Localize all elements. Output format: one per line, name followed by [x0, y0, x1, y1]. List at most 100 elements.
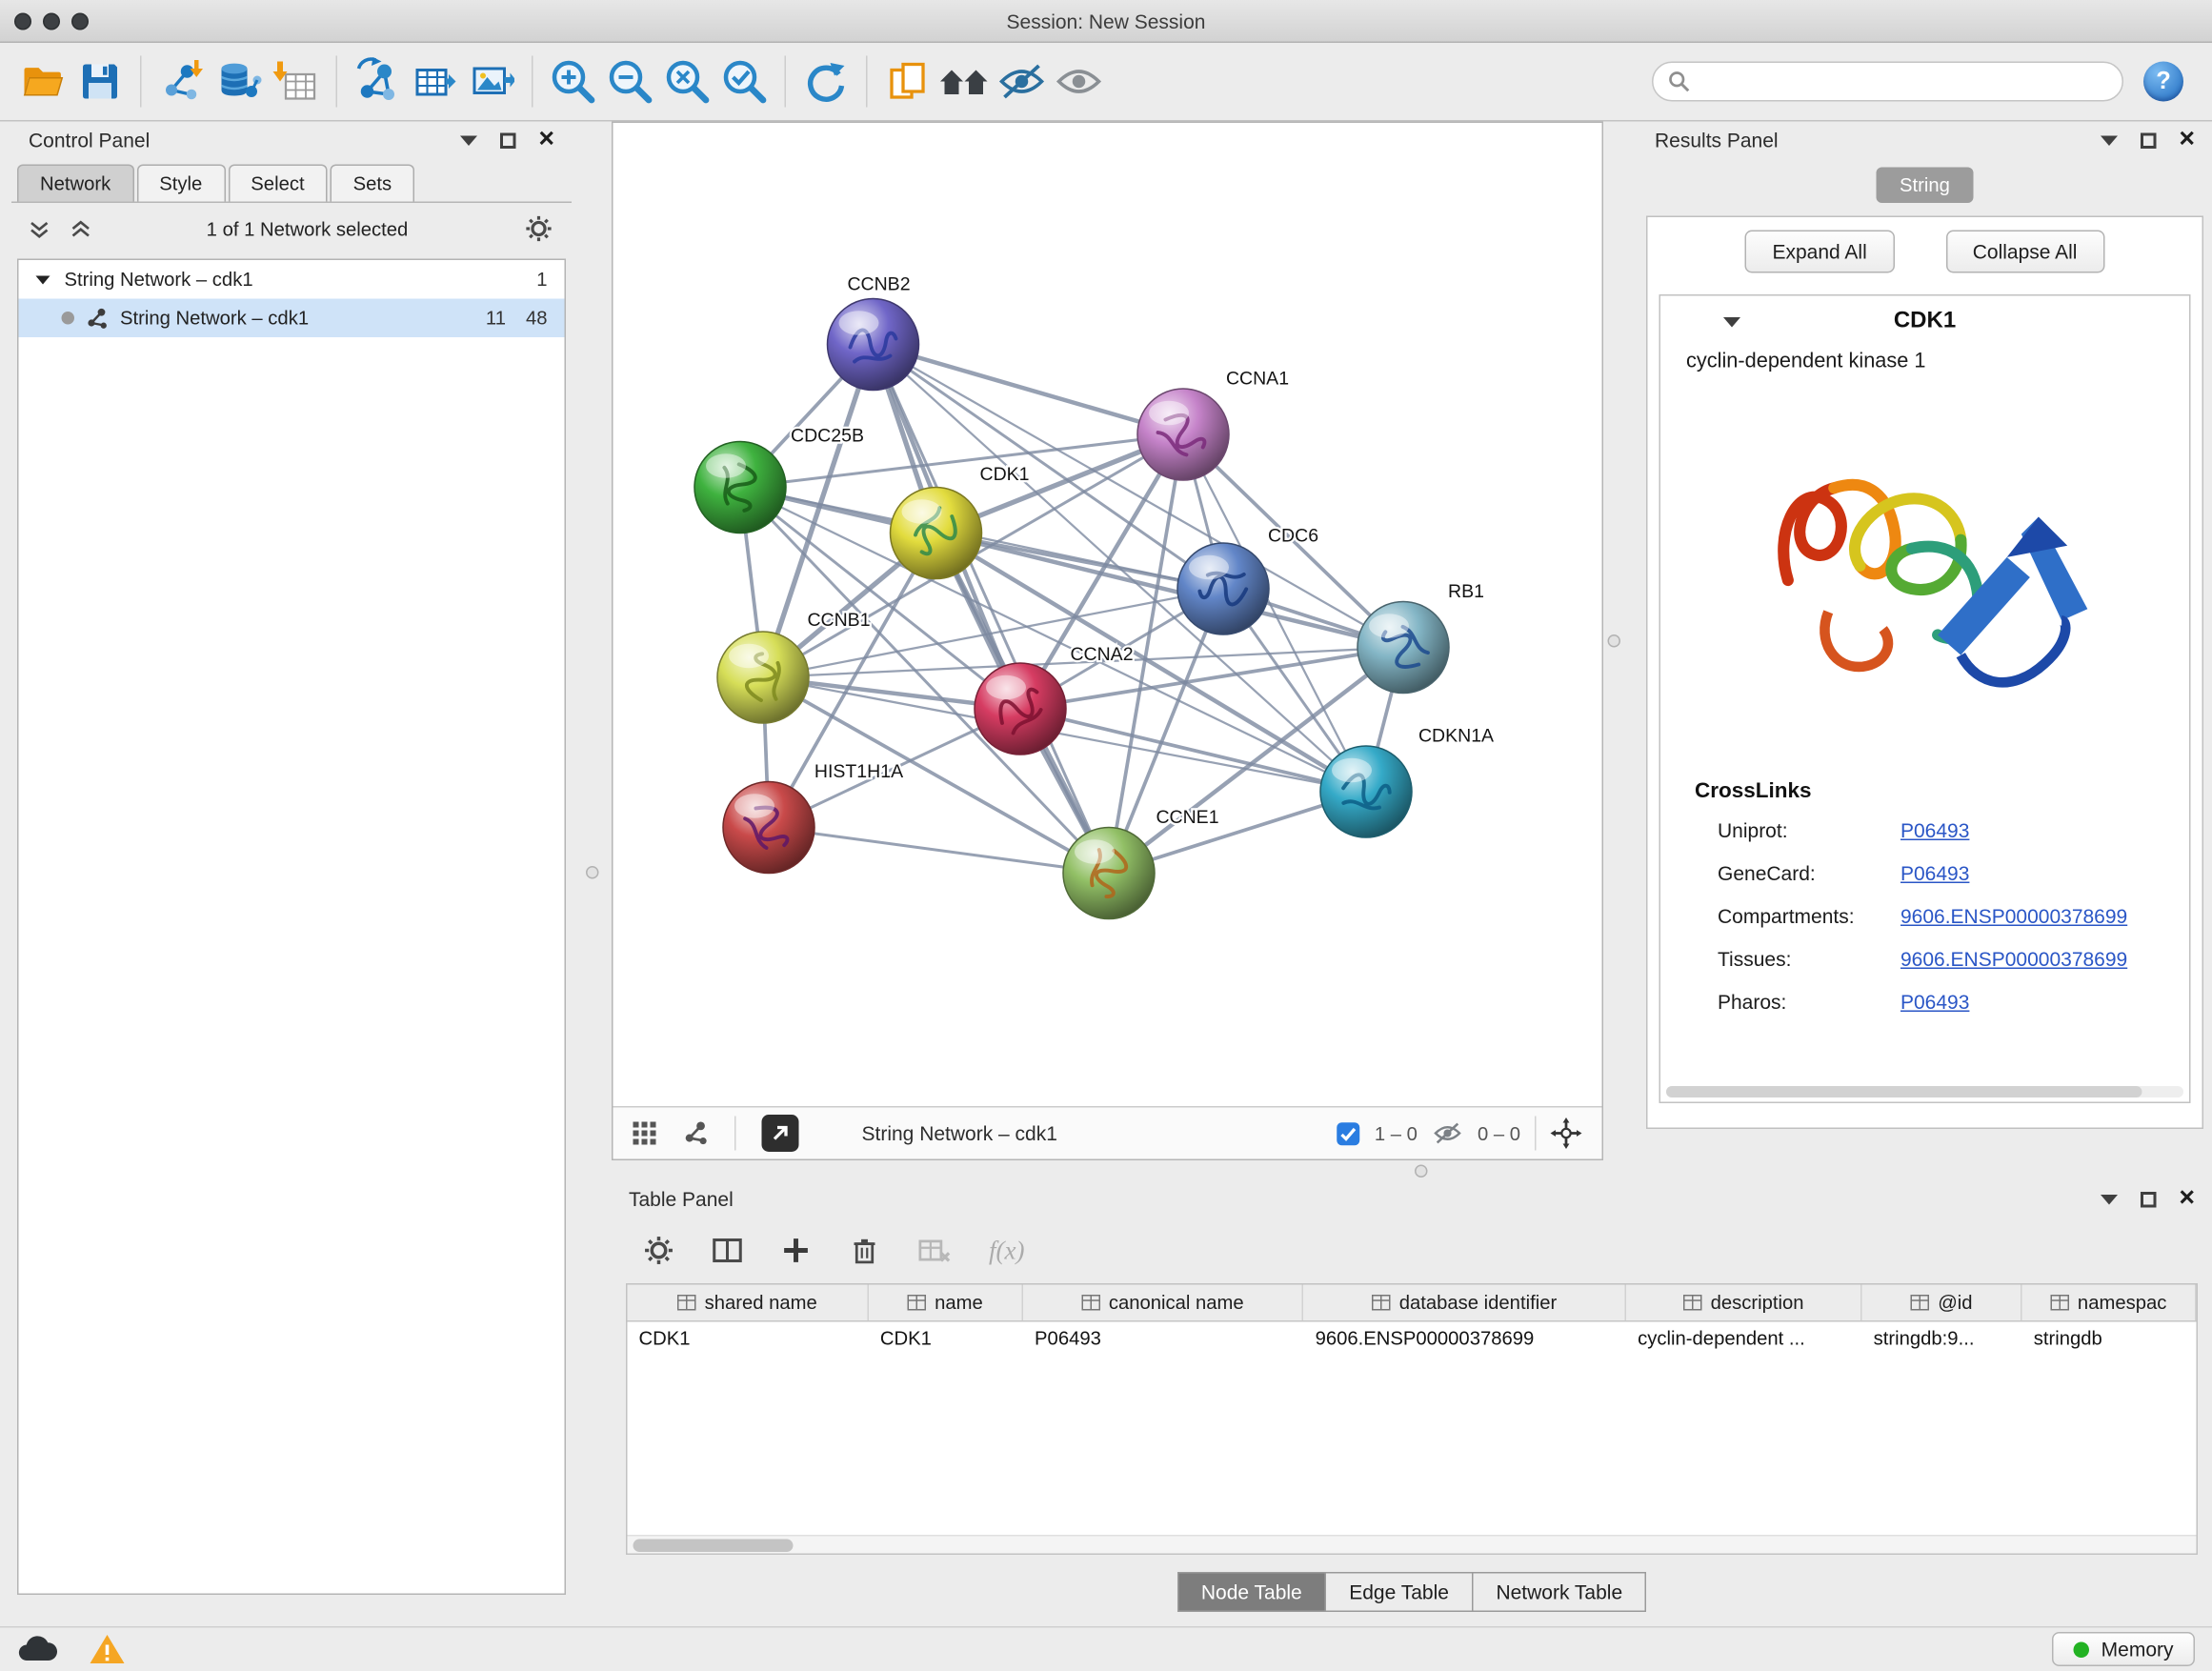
cell-canonical-name[interactable]: P06493 — [1023, 1322, 1304, 1359]
network-canvas[interactable]: CCNB2CCNA1CDC25BCDK1CDC6RB1CCNB1CCNA2CDK… — [613, 123, 1602, 1106]
network-options-button[interactable] — [523, 213, 554, 245]
open-session-button[interactable] — [14, 51, 71, 111]
export-image-button[interactable] — [463, 51, 520, 111]
copy-document-button[interactable] — [879, 51, 936, 111]
crosshair-icon[interactable] — [1551, 1117, 1582, 1149]
scrollbar-thumb[interactable] — [633, 1540, 794, 1553]
export-table-button[interactable] — [406, 51, 463, 111]
open-in-new-window-button[interactable] — [762, 1115, 799, 1152]
memory-button[interactable]: Memory — [2053, 1632, 2195, 1666]
cloud-button[interactable] — [17, 1635, 57, 1663]
network-edge-CCNB2-CCNA1[interactable] — [874, 345, 1184, 435]
cell-description[interactable]: cyclin-dependent ... — [1626, 1322, 1861, 1359]
uniprot-link[interactable]: P06493 — [1900, 819, 1969, 842]
horizontal-scrollbar[interactable] — [1666, 1086, 2183, 1097]
network-node-CDC6[interactable] — [1177, 543, 1269, 634]
cell-id[interactable]: stringdb:9... — [1862, 1322, 2022, 1359]
network-edge-HIST1H1A-CCNE1[interactable] — [769, 828, 1109, 874]
home-button[interactable] — [936, 51, 994, 111]
genecard-link[interactable]: P06493 — [1900, 862, 1969, 885]
column-header[interactable]: @id — [1862, 1285, 2022, 1321]
zoom-selected-button[interactable] — [716, 51, 774, 111]
cell-namespace[interactable]: stringdb — [2022, 1322, 2197, 1359]
close-panel-icon[interactable]: × — [2179, 131, 2195, 151]
warning-button[interactable] — [89, 1634, 126, 1665]
add-column-icon[interactable] — [780, 1235, 812, 1266]
title-bar[interactable]: Session: New Session — [0, 0, 2212, 43]
refresh-button[interactable] — [797, 51, 855, 111]
tab-sets[interactable]: Sets — [331, 165, 415, 202]
float-panel-icon[interactable] — [2141, 1191, 2157, 1207]
selected-checkbox-icon[interactable] — [1336, 1121, 1360, 1146]
column-header[interactable]: shared name — [628, 1285, 869, 1321]
network-node-CDC25B[interactable] — [694, 442, 786, 534]
zoom-out-button[interactable] — [602, 51, 659, 111]
delete-column-trash-icon[interactable] — [849, 1235, 880, 1266]
zoom-in-button[interactable] — [545, 51, 602, 111]
share-view-icon[interactable] — [683, 1120, 709, 1146]
close-window-button[interactable] — [14, 12, 31, 30]
zoom-window-button[interactable] — [71, 12, 89, 30]
cell-database-identifier[interactable]: 9606.ENSP00000378699 — [1304, 1322, 1627, 1359]
compartments-link[interactable]: 9606.ENSP00000378699 — [1900, 905, 2127, 928]
tissues-link[interactable]: 9606.ENSP00000378699 — [1900, 948, 2127, 971]
import-table-button[interactable] — [268, 51, 325, 111]
tree-expander-icon[interactable] — [36, 275, 50, 284]
save-session-button[interactable] — [71, 51, 129, 111]
column-header[interactable]: database identifier — [1304, 1285, 1627, 1321]
show-items-button[interactable] — [1051, 51, 1108, 111]
network-row[interactable]: String Network – cdk1 11 48 — [19, 299, 565, 338]
expand-all-button[interactable]: Expand All — [1745, 231, 1894, 273]
float-panel-icon[interactable] — [500, 132, 516, 149]
horizontal-splitter-handle[interactable] — [1415, 1165, 1428, 1178]
minimize-window-button[interactable] — [43, 12, 60, 30]
collapse-all-icon[interactable] — [29, 218, 50, 240]
panel-menu-icon[interactable] — [460, 135, 477, 146]
table-horizontal-scrollbar[interactable] — [628, 1535, 2197, 1554]
hidden-eye-slash-icon[interactable] — [1432, 1120, 1463, 1146]
birdseye-grid-icon[interactable] — [633, 1121, 658, 1146]
column-header[interactable]: canonical name — [1023, 1285, 1304, 1321]
search-box[interactable] — [1652, 62, 2123, 102]
column-header[interactable]: namespac — [2022, 1285, 2197, 1321]
scrollbar-thumb[interactable] — [1666, 1086, 2142, 1097]
close-panel-icon[interactable]: × — [2179, 1189, 2195, 1209]
column-header[interactable]: description — [1626, 1285, 1862, 1321]
cell-name[interactable]: CDK1 — [869, 1322, 1023, 1359]
zoom-fit-button[interactable] — [659, 51, 716, 111]
hide-items-button[interactable] — [994, 51, 1051, 111]
collapse-section-icon[interactable] — [1723, 316, 1740, 327]
panel-menu-icon[interactable] — [2101, 1194, 2118, 1204]
network-node-CCNE1[interactable] — [1063, 828, 1155, 919]
tab-network-table[interactable]: Network Table — [1473, 1572, 1646, 1612]
cell-shared-name[interactable]: CDK1 — [628, 1322, 869, 1359]
pharos-link[interactable]: P06493 — [1900, 991, 1969, 1014]
tab-string[interactable]: String — [1877, 167, 1973, 203]
vertical-splitter-handle[interactable] — [586, 866, 599, 879]
expand-all-icon[interactable] — [70, 218, 92, 240]
tab-network[interactable]: Network — [17, 165, 133, 202]
show-columns-icon[interactable] — [712, 1235, 743, 1266]
network-node-CCNB1[interactable] — [717, 632, 809, 723]
network-edge-CCNA2-CDKN1A[interactable] — [1020, 709, 1366, 792]
network-node-CCNA2[interactable] — [975, 663, 1066, 755]
network-node-RB1[interactable] — [1357, 602, 1449, 694]
table-row[interactable]: CDK1 CDK1 P06493 9606.ENSP00000378699 cy… — [628, 1322, 2197, 1359]
tab-select[interactable]: Select — [228, 165, 327, 202]
search-input[interactable] — [1699, 70, 2108, 92]
network-node-CCNA1[interactable] — [1137, 389, 1229, 480]
network-node-CCNB2[interactable] — [828, 299, 919, 391]
column-header[interactable]: name — [869, 1285, 1023, 1321]
vertical-splitter-handle[interactable] — [1608, 634, 1621, 648]
tab-style[interactable]: Style — [136, 165, 225, 202]
panel-menu-icon[interactable] — [2101, 135, 2118, 146]
import-network-file-button[interactable] — [153, 51, 211, 111]
help-button[interactable]: ? — [2143, 62, 2183, 102]
collapse-all-button[interactable]: Collapse All — [1945, 231, 2104, 273]
close-panel-icon[interactable]: × — [538, 131, 554, 151]
tab-edge-table[interactable]: Edge Table — [1326, 1572, 1473, 1612]
network-collection-row[interactable]: String Network – cdk1 1 — [19, 260, 565, 299]
float-panel-icon[interactable] — [2141, 132, 2157, 149]
network-node-CDKN1A[interactable] — [1320, 746, 1412, 837]
network-node-CDK1[interactable] — [891, 488, 982, 579]
